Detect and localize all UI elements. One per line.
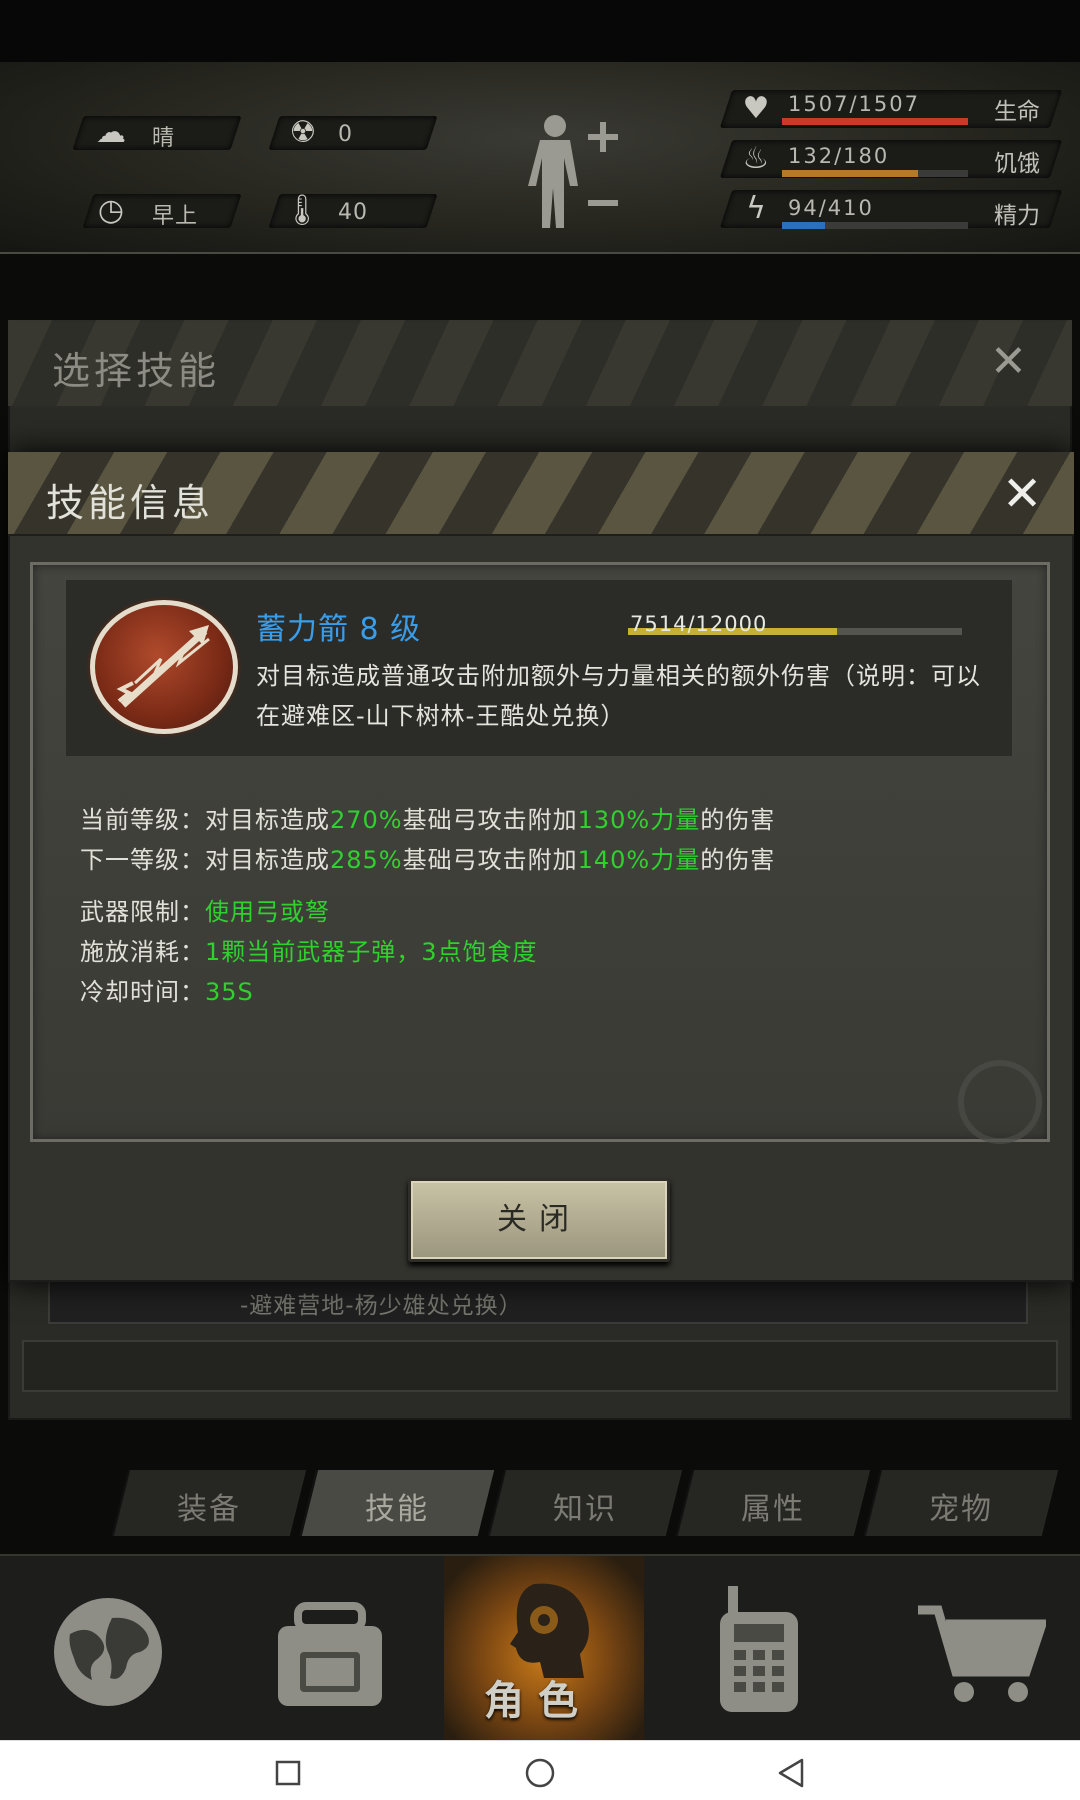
cloud-sun-icon: ☁ (96, 115, 126, 150)
nav-inventory[interactable] (222, 1556, 444, 1740)
skill-name-level: 蓄力箭 8 级 (256, 612, 422, 647)
hunger-bar (782, 170, 968, 177)
body-status-button[interactable] (520, 112, 660, 236)
current-level-str: 130%力量 (577, 806, 701, 834)
cooldown-value: 35S (205, 978, 254, 1006)
skill-description: 对目标造成普通攻击附加额外与力量相关的额外伤害（说明：可以在避难区-山下树林-王… (256, 662, 981, 730)
next-level-suffix: 的伤害 (700, 846, 776, 874)
cast-cost-label: 施放消耗： (80, 938, 205, 966)
skill-list-item[interactable] (22, 1340, 1058, 1392)
nav-radio[interactable] (644, 1556, 862, 1740)
hunger-bar-fill (782, 170, 919, 177)
heart-icon: ♥ (742, 91, 770, 126)
stomach-icon: ♨ (742, 141, 770, 176)
energy-value: 94/410 (788, 196, 874, 220)
cast-cost-value: 1颗当前武器子弹，3点饱食度 (205, 938, 538, 966)
nav-role-label: 角色 (484, 1678, 592, 1724)
cooldown-line: 冷却时间：35S (80, 972, 254, 1007)
next-level-pct: 285% (330, 846, 403, 874)
clock-icon: ◷ (97, 193, 125, 228)
system-nav-bar (0, 1740, 1080, 1800)
current-level-pct: 270% (330, 806, 403, 834)
temperature-value: 40 (338, 200, 368, 225)
next-level-prefix: 下一等级：对目标造成 (80, 846, 330, 874)
hunger-label: 饥饿 (994, 151, 1040, 177)
weapon-limit-label: 武器限制： (80, 898, 205, 926)
radiation-icon: ☢ (289, 115, 317, 150)
select-skill-close-icon[interactable]: ✕ (990, 340, 1027, 384)
weapon-limit-line: 武器限制：使用弓或弩 (80, 892, 330, 927)
cast-cost-line: 施放消耗：1颗当前武器子弹，3点饱食度 (80, 932, 538, 967)
status-bar (0, 0, 1080, 62)
nav-world[interactable] (0, 1556, 222, 1740)
skill-xp-text: 7514/12000 (630, 612, 768, 636)
backpack-icon (278, 1602, 382, 1706)
walkie-talkie-icon (720, 1586, 798, 1712)
tab-attributes-label: 属性 (741, 1492, 805, 1527)
current-level-line: 当前等级：对目标造成270%基础弓攻击附加130%力量的伤害 (80, 800, 775, 835)
skill-info-title: 技能信息 (46, 481, 215, 525)
skill-info-close-icon[interactable]: ✕ (1002, 470, 1042, 518)
health-bar-fill (782, 118, 968, 125)
weather-text: 晴 (152, 126, 176, 151)
health-value: 1507/1507 (788, 92, 920, 116)
current-level-mid: 基础弓攻击附加 (402, 806, 578, 834)
health-bar (782, 118, 968, 125)
power-arrow-skill-icon (90, 600, 238, 734)
lightning-icon: ϟ (746, 191, 766, 226)
energy-bar-fill (782, 222, 825, 229)
hunger-value: 132/180 (788, 144, 890, 168)
select-skill-title: 选择技能 (52, 349, 221, 393)
tab-equipment-label: 装备 (177, 1492, 241, 1527)
current-level-suffix: 的伤害 (700, 806, 776, 834)
tab-skills-label: 技能 (365, 1492, 429, 1527)
current-level-prefix: 当前等级：对目标造成 (80, 806, 330, 834)
weapon-limit-value: 使用弓或弩 (205, 898, 330, 926)
next-level-mid: 基础弓攻击附加 (402, 846, 578, 874)
energy-bar (782, 222, 968, 229)
globe-icon (54, 1598, 162, 1706)
arrow-icon (116, 625, 210, 708)
body-figure-icon (528, 115, 618, 228)
close-button[interactable]: 关闭 (408, 1178, 670, 1262)
health-label: 生命 (994, 99, 1040, 125)
back-icon[interactable] (776, 1757, 806, 1789)
cooldown-label: 冷却时间： (80, 978, 205, 1006)
thermometer-icon: 🌡 (282, 193, 322, 228)
next-level-str: 140%力量 (577, 846, 701, 874)
nav-shop[interactable] (862, 1556, 1080, 1740)
cart-icon (918, 1605, 1046, 1702)
time-text: 早上 (152, 204, 199, 229)
next-level-line: 下一等级：对目标造成285%基础弓攻击附加140%力量的伤害 (80, 840, 775, 875)
radiation-value: 0 (338, 122, 353, 147)
recent-apps-icon[interactable] (274, 1759, 302, 1787)
home-icon[interactable] (524, 1757, 556, 1789)
tab-knowledge-label: 知识 (553, 1492, 617, 1527)
skill-list-item-desc: -避难营地-杨少雄处兑换） (240, 1293, 523, 1319)
radiation-watermark-icon (958, 1060, 1042, 1144)
tab-pets-label: 宠物 (929, 1492, 993, 1527)
energy-label: 精力 (994, 203, 1040, 229)
